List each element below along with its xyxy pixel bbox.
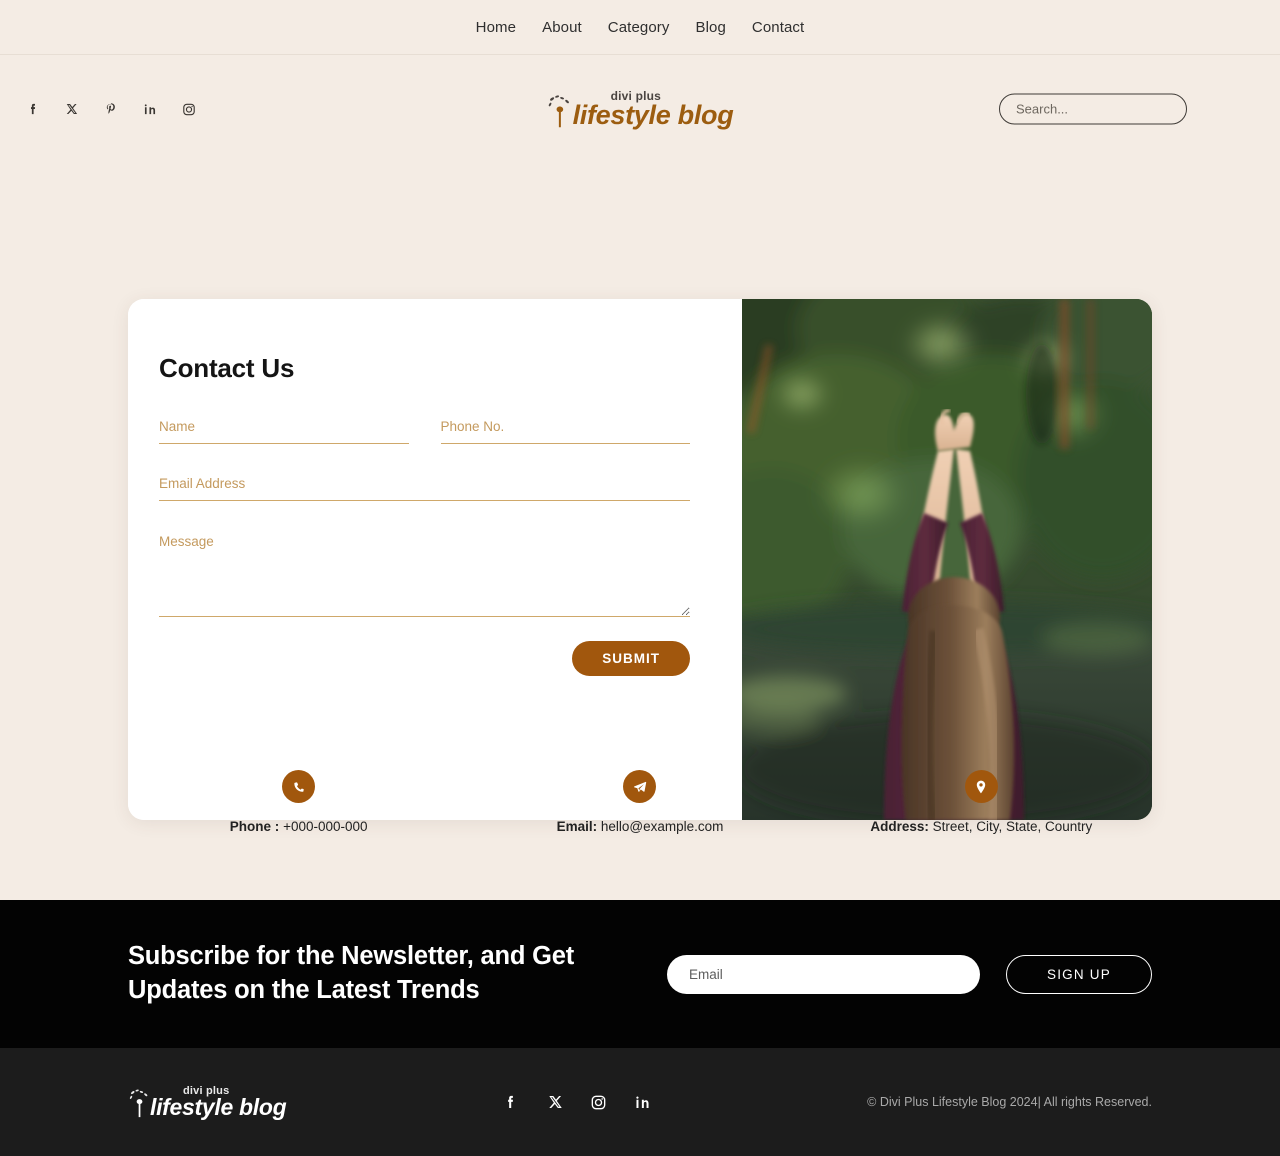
- header-social-links: [24, 101, 197, 118]
- contact-photo: [742, 299, 1152, 820]
- contact-info-email: Email: hello@example.com: [469, 770, 810, 834]
- search-box[interactable]: [999, 93, 1187, 125]
- newsletter-heading: Subscribe for the Newsletter, and Get Up…: [128, 942, 575, 1004]
- signup-button[interactable]: SIGN UP: [1006, 954, 1152, 994]
- linkedin-icon[interactable]: [141, 101, 158, 118]
- address-info-line: Address: Street, City, State, Country: [870, 819, 1092, 834]
- search-input[interactable]: [1014, 100, 1172, 118]
- email-input[interactable]: [159, 476, 690, 491]
- paper-plane-icon: [623, 770, 657, 803]
- name-field-wrap: [159, 418, 409, 444]
- email-value[interactable]: hello@example.com: [601, 819, 724, 834]
- submit-button[interactable]: SUBMIT: [572, 641, 690, 676]
- email-label: Email:: [556, 819, 598, 834]
- main-menu: Home About Category Blog Contact: [476, 19, 805, 36]
- email-field-wrap: [159, 475, 690, 501]
- copyright-text: © Divi Plus Lifestyle Blog 2024| All rig…: [867, 1095, 1152, 1109]
- facebook-icon[interactable]: [24, 101, 41, 118]
- newsletter-email-input[interactable]: [667, 954, 980, 994]
- newsletter-form: SIGN UP: [667, 954, 1152, 994]
- forest-lake-photo: [742, 299, 1152, 820]
- submit-row: SUBMIT: [159, 641, 690, 676]
- phone-info-line: Phone : +000-000-000: [230, 819, 368, 834]
- contact-info-row: Phone : +000-000-000 Email: hello@exampl…: [128, 770, 1152, 834]
- email-info-line: Email: hello@example.com: [557, 819, 724, 834]
- contact-card: Contact Us SUBMIT: [128, 299, 1152, 820]
- contact-info-phone: Phone : +000-000-000: [128, 770, 469, 834]
- x-twitter-icon[interactable]: [545, 1092, 565, 1112]
- newsletter-section: Subscribe for the Newsletter, and Get Up…: [0, 900, 1280, 1048]
- facebook-icon[interactable]: [501, 1092, 521, 1112]
- x-twitter-icon[interactable]: [63, 101, 80, 118]
- site-footer: divi plus lifestyle blog © Divi Plus Lif…: [0, 1048, 1280, 1156]
- form-row-name-phone: [159, 418, 690, 475]
- map-pin-icon: [964, 770, 998, 803]
- nav-item-home[interactable]: Home: [476, 19, 516, 36]
- site-header: divi plus lifestyle blog: [0, 55, 1280, 163]
- phone-label: Phone :: [229, 819, 280, 834]
- phone-input[interactable]: [440, 419, 690, 434]
- phone-field-wrap: [440, 418, 690, 444]
- contact-form-panel: Contact Us SUBMIT: [128, 299, 742, 820]
- footer-logo-wordmark: lifestyle blog: [150, 1094, 287, 1120]
- name-input[interactable]: [159, 419, 409, 434]
- address-value: Street, City, State, Country: [932, 819, 1093, 834]
- phone-value[interactable]: +000-000-000: [283, 819, 367, 834]
- instagram-icon[interactable]: [180, 101, 197, 118]
- nav-item-blog[interactable]: Blog: [695, 19, 725, 36]
- message-textarea[interactable]: [159, 532, 690, 616]
- nav-item-contact[interactable]: Contact: [752, 19, 804, 36]
- top-navigation-bar: Home About Category Blog Contact: [0, 0, 1280, 55]
- nav-item-about[interactable]: About: [542, 19, 582, 36]
- page-title: Contact Us: [159, 353, 295, 383]
- message-field-wrap: [159, 532, 690, 617]
- contact-info-address: Address: Street, City, State, Country: [811, 770, 1152, 834]
- instagram-icon[interactable]: [589, 1092, 609, 1112]
- footer-social-links: [501, 1092, 653, 1112]
- footer-logo[interactable]: divi plus lifestyle blog: [128, 1085, 287, 1120]
- pinterest-icon[interactable]: [102, 101, 119, 118]
- logo-wordmark: lifestyle blog: [572, 100, 734, 130]
- address-label: Address:: [870, 819, 929, 834]
- site-logo[interactable]: divi plus lifestyle blog: [547, 89, 734, 129]
- nav-item-category[interactable]: Category: [608, 19, 670, 36]
- linkedin-icon[interactable]: [633, 1092, 653, 1112]
- main-content: Contact Us SUBMIT: [0, 163, 1280, 900]
- phone-icon: [282, 770, 316, 803]
